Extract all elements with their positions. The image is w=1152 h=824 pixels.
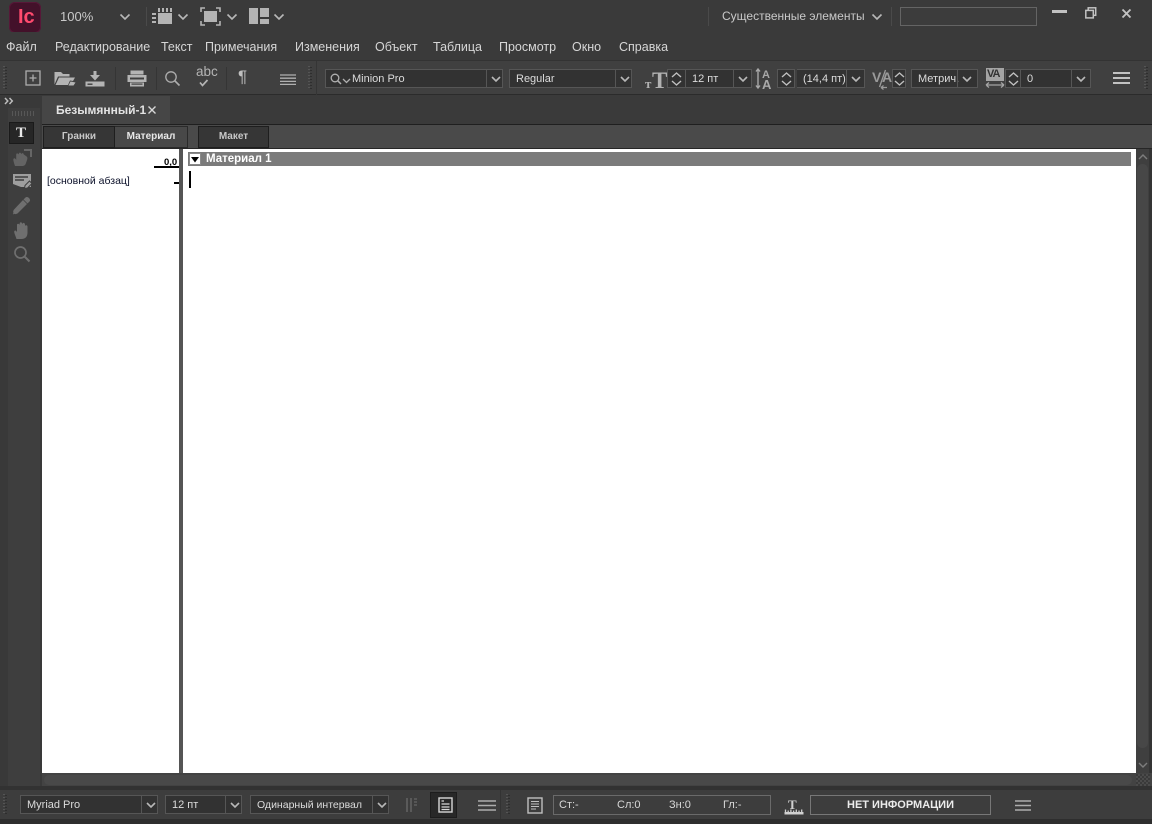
svg-text:T: T [652,68,667,90]
svg-text:т: т [645,76,652,90]
svg-text:A: A [762,77,772,91]
svg-text:A: A [882,69,892,85]
